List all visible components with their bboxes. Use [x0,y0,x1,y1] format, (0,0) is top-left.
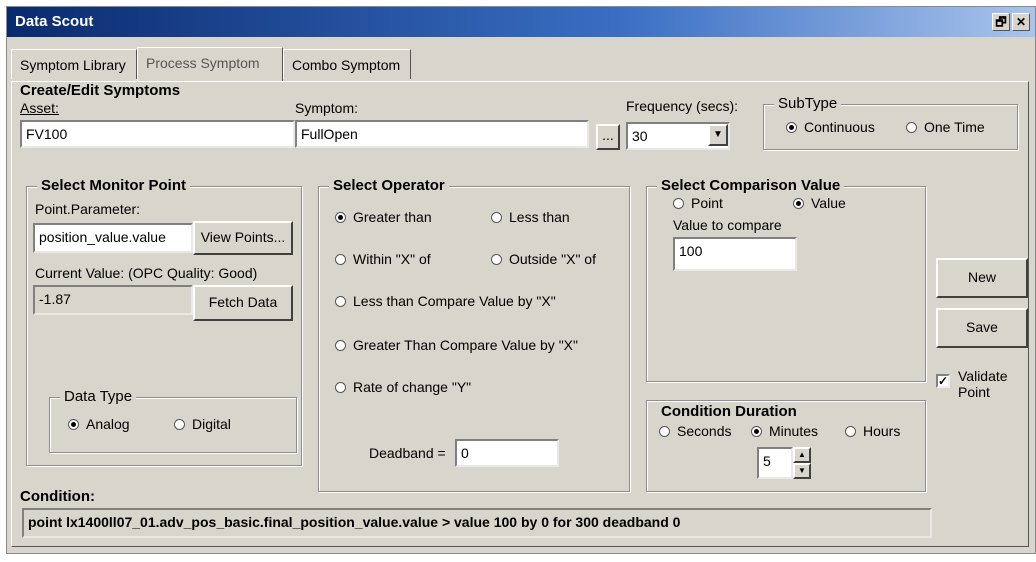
new-button[interactable]: New [936,258,1028,298]
subtype-title: SubType [774,95,842,112]
spin-up-icon[interactable]: ▲ [793,447,811,463]
tab-combo-symptom[interactable]: Combo Symptom [283,49,411,79]
monitor-point-group: Select Monitor Point Point.Parameter: po… [26,177,302,466]
radio-icon [491,212,502,223]
duration-hours-radio[interactable]: Hours [845,423,900,439]
condition-duration-group: Condition Duration Seconds Minutes Hours… [646,400,926,492]
comparison-title: Select Comparison Value [657,177,845,194]
current-value-field: -1.87 [33,285,193,315]
radio-icon [906,122,917,133]
operator-within-radio[interactable]: Within "X" of [335,251,431,267]
data-type-digital-radio[interactable]: Digital [174,416,231,432]
operator-rate-of-change-radio[interactable]: Rate of change "Y" [335,379,471,395]
radio-selected-icon [335,212,346,223]
data-type-title: Data Type [60,388,137,405]
operator-less-than-compare-radio[interactable]: Less than Compare Value by "X" [335,293,556,309]
data-type-analog-radio[interactable]: Analog [68,416,130,432]
subtype-continuous-radio[interactable]: Continuous [786,119,875,135]
comparison-point-radio[interactable]: Point [673,195,723,211]
data-scout-window: Data Scout 🗗 ✕ Symptom Library Process S… [6,6,1036,554]
tab-symptom-library[interactable]: Symptom Library [11,49,137,79]
radio-icon [491,254,502,265]
radio-icon [335,254,346,265]
condition-label: Condition: [20,488,95,505]
radio-icon [335,296,346,307]
restore-icon[interactable]: 🗗 [992,13,1010,31]
frequency-value: 30 [632,128,648,144]
duration-seconds-radio[interactable]: Seconds [659,423,731,439]
subtype-group: SubType Continuous One Time [763,95,1018,150]
fetch-data-button[interactable]: Fetch Data [193,285,293,321]
save-button[interactable]: Save [936,308,1028,348]
current-value-label: Current Value: (OPC Quality: Good) [35,265,258,281]
checkmark-icon: ✓ [936,374,950,388]
spin-down-icon[interactable]: ▼ [793,463,811,479]
monitor-point-title: Select Monitor Point [37,177,191,194]
deadband-label: Deadband = [369,445,446,461]
data-type-group: Data Type Analog Digital [49,388,297,453]
frequency-select[interactable]: 30 ▼ [626,122,730,150]
operator-greater-than-radio[interactable]: Greater than [335,209,432,225]
condition-text: point lx1400ll07_01.adv_pos_basic.final_… [22,508,932,538]
symptom-input[interactable]: FullOpen [295,120,589,148]
validate-point-checkbox[interactable]: ✓ Validate Point [936,368,1030,408]
point-parameter-label: Point.Parameter: [35,201,141,217]
radio-selected-icon [786,122,797,133]
subtype-one-time-radio[interactable]: One Time [906,119,985,135]
view-points-button[interactable]: View Points... [193,221,293,255]
duration-minutes-radio[interactable]: Minutes [751,423,818,439]
frequency-label: Frequency (secs): [626,98,739,114]
asset-label: Asset: [20,100,59,116]
radio-icon [659,426,670,437]
deadband-input[interactable]: 0 [455,439,559,467]
operator-outside-radio[interactable]: Outside "X" of [491,251,596,267]
point-parameter-input[interactable]: position_value.value [33,223,193,253]
title-bar[interactable]: Data Scout 🗗 ✕ [7,7,1035,37]
comparison-value-radio[interactable]: Value [793,195,846,211]
value-to-compare-label: Value to compare [673,217,782,233]
radio-icon [845,426,856,437]
operator-title: Select Operator [329,177,449,194]
radio-icon [673,198,684,209]
validate-point-label: Validate Point [958,368,1008,400]
radio-selected-icon [751,426,762,437]
radio-selected-icon [68,419,79,430]
comparison-group: Select Comparison Value Point Value Valu… [646,177,926,382]
duration-value-input[interactable]: 5 [757,447,793,479]
radio-icon [335,382,346,393]
create-edit-heading: Create/Edit Symptoms [20,82,181,99]
close-icon[interactable]: ✕ [1012,13,1030,31]
asset-input[interactable]: FV100 [20,120,295,148]
radio-icon [335,340,346,351]
radio-selected-icon [793,198,804,209]
symptom-label: Symptom: [295,100,359,116]
tab-process-symptom[interactable]: Process Symptom [137,47,283,81]
radio-icon [174,419,185,430]
operator-less-than-radio[interactable]: Less than [491,209,570,225]
process-symptom-panel: Create/Edit Symptoms Asset: FV100 Sympto… [11,81,1029,547]
chevron-down-icon[interactable]: ▼ [708,124,728,146]
window-title: Data Scout [15,13,94,30]
value-to-compare-input[interactable]: 100 [673,237,797,271]
operator-group: Select Operator Greater than Less than W… [318,177,630,492]
symptom-browse-button[interactable]: ... [596,124,620,150]
operator-greater-than-compare-radio[interactable]: Greater Than Compare Value by "X" [335,337,578,353]
condition-duration-title: Condition Duration [661,403,797,420]
